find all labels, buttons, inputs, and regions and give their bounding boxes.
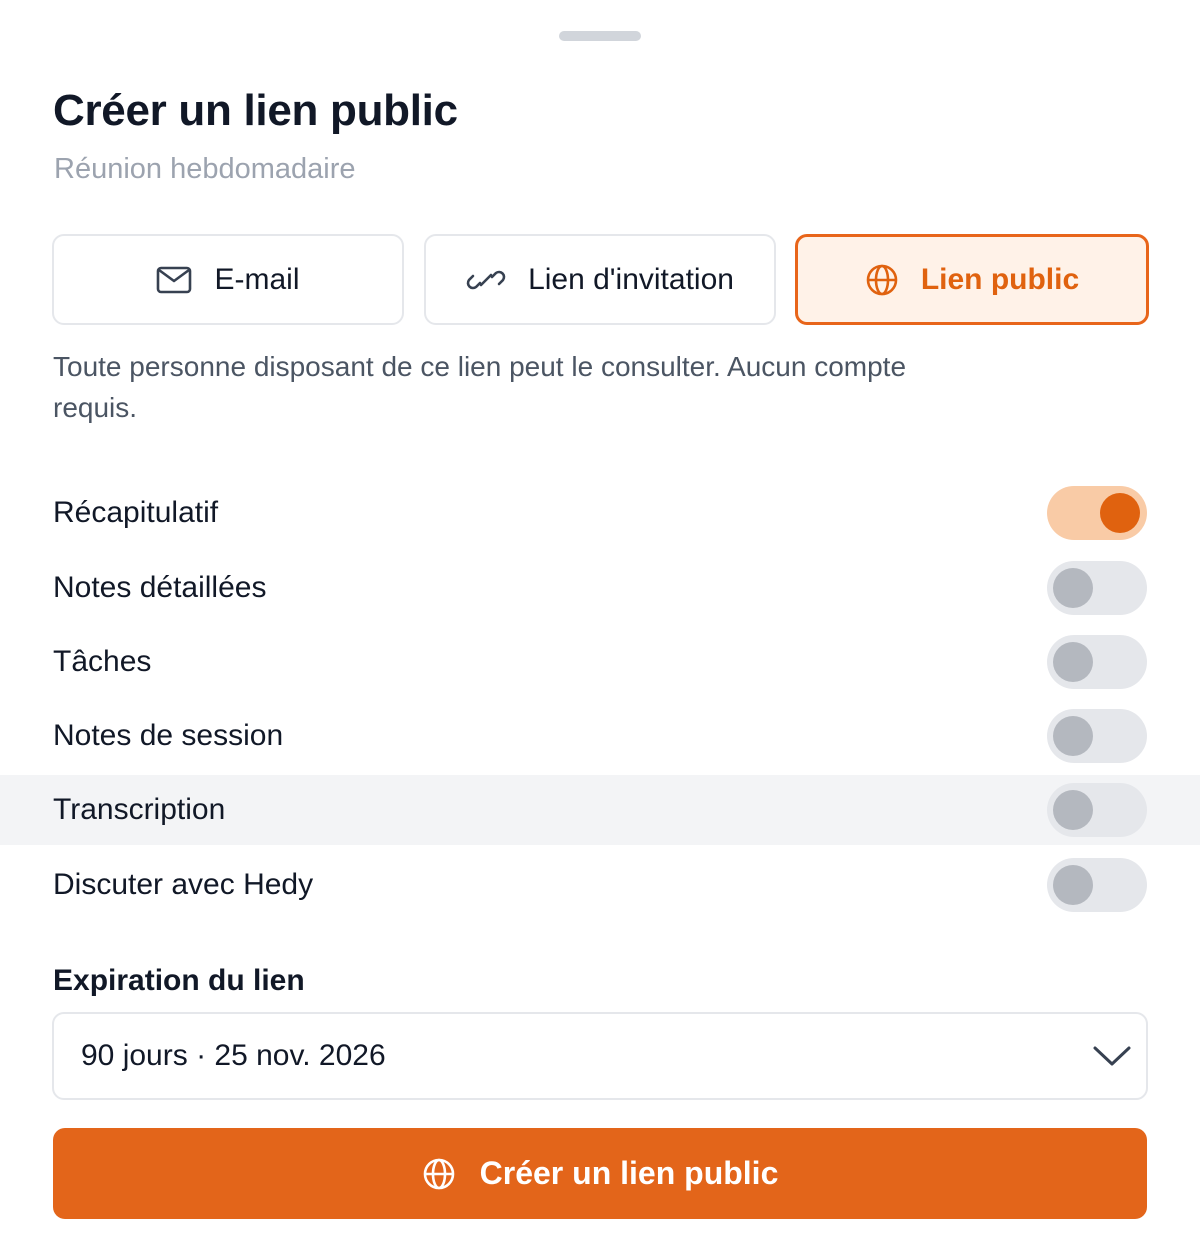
toggle-detailed-notes[interactable] [1047, 561, 1147, 615]
option-label: Notes détaillées [53, 571, 267, 604]
create-public-link-label: Créer un lien public [479, 1155, 779, 1191]
expiration-select[interactable]: 90 jours · 25 nov. 2026 [52, 1012, 1148, 1100]
public-link-description: Toute personne disposant de ce lien peut… [53, 351, 907, 423]
toggle-knob [1053, 716, 1093, 756]
sheet-subtitle: Réunion hebdomadaire [54, 153, 356, 185]
globe-icon [422, 1157, 456, 1191]
option-row-tasks: Tâches [0, 627, 1200, 697]
toggle-knob [1053, 865, 1093, 905]
option-row-chat-hedy: Discuter avec Hedy [0, 850, 1200, 920]
toggle-recap[interactable] [1047, 486, 1147, 540]
create-public-link-button[interactable]: Créer un lien public [53, 1128, 1147, 1219]
tab-public-link-label: Lien public [920, 262, 1080, 296]
option-row-session-notes: Notes de session [0, 701, 1200, 771]
toggle-transcription[interactable] [1047, 783, 1147, 837]
option-row-recap: Récapitulatif [0, 478, 1200, 548]
link-icon [466, 265, 506, 295]
toggle-chat-hedy[interactable] [1047, 858, 1147, 912]
option-label: Tâches [53, 645, 152, 678]
expiration-value: 90 jours · 25 nov. 2026 [81, 1039, 386, 1072]
toggle-knob [1100, 493, 1140, 533]
share-method-tabs: E-mail Lien d'invitation Lien public [52, 234, 1149, 325]
drag-handle[interactable] [559, 31, 641, 41]
option-label: Discuter avec Hedy [53, 868, 314, 901]
chevron-down-icon [1092, 1044, 1132, 1073]
sheet-title: Créer un lien public [53, 86, 458, 135]
expiration-label: Expiration du lien [53, 964, 305, 997]
option-label: Notes de session [53, 719, 284, 752]
toggle-knob [1053, 568, 1093, 608]
option-label: Transcription [53, 793, 226, 826]
share-sheet: Créer un lien public Réunion hebdomadair… [0, 0, 1200, 1253]
tab-invite-link[interactable]: Lien d'invitation [424, 234, 776, 325]
tab-invite-link-label: Lien d'invitation [528, 262, 734, 296]
toggle-knob [1053, 790, 1093, 830]
mail-icon [156, 266, 192, 294]
option-row-transcription: Transcription [0, 775, 1200, 845]
tab-public-link[interactable]: Lien public [795, 234, 1149, 325]
globe-icon [865, 263, 899, 297]
option-label: Récapitulatif [53, 496, 219, 529]
toggle-session-notes[interactable] [1047, 709, 1147, 763]
tab-email[interactable]: E-mail [52, 234, 404, 325]
tab-email-label: E-mail [214, 262, 300, 296]
option-row-detailed-notes: Notes détaillées [0, 553, 1200, 623]
toggle-tasks[interactable] [1047, 635, 1147, 689]
toggle-knob [1053, 642, 1093, 682]
